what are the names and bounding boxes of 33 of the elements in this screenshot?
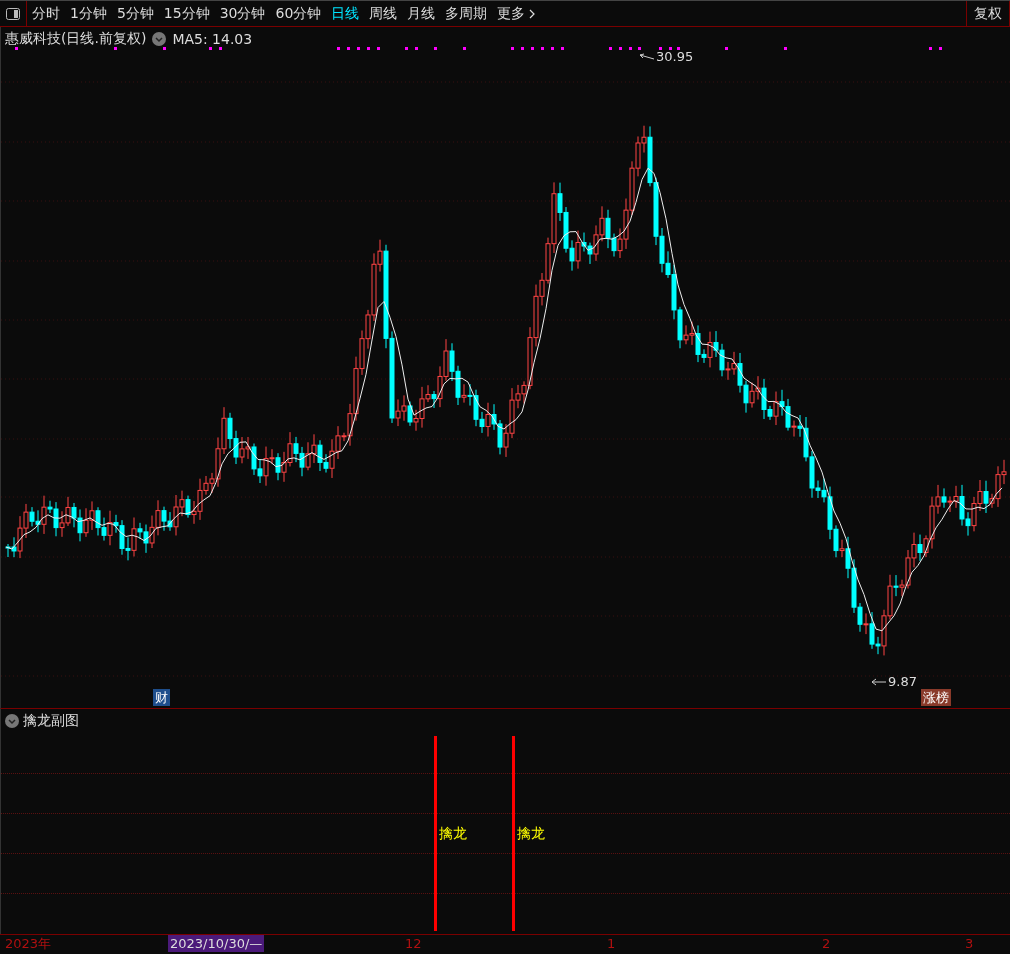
period-tab[interactable]: 30分钟: [214, 4, 271, 23]
period-tab[interactable]: 1分钟: [65, 4, 112, 23]
more-button[interactable]: 更多: [492, 4, 541, 23]
chevron-icon: [529, 8, 536, 19]
date-label: 3: [965, 935, 974, 952]
ma-indicator: MA5: 14.03: [172, 31, 253, 47]
period-tab[interactable]: 分时: [27, 4, 65, 23]
date-label: 12: [405, 935, 422, 952]
period-tab[interactable]: 日线: [326, 4, 365, 23]
adjust-button[interactable]: 复权: [966, 0, 1010, 27]
cursor-date: 2023/10/30/—: [168, 935, 265, 952]
period-tab[interactable]: 多周期: [440, 4, 493, 23]
period-tab[interactable]: 月线: [402, 4, 441, 23]
period-tab[interactable]: 5分钟: [111, 4, 159, 23]
stock-title: 惠威科技(日线.前复权): [5, 30, 147, 48]
date-label: 1: [607, 935, 616, 952]
signal-label: 擒龙: [517, 825, 545, 843]
arrow-icon: [639, 52, 655, 61]
event-marker[interactable]: 涨榜: [921, 689, 951, 706]
sub-chart-title: 擒龙副图: [23, 712, 79, 730]
event-marker[interactable]: 财: [153, 689, 170, 706]
arrow-icon: [871, 677, 887, 686]
period-tab[interactable]: 15分钟: [158, 4, 215, 23]
low-price-label: 9.87: [888, 674, 917, 689]
high-price-label: 30.95: [656, 49, 694, 64]
sidebar-icon: [6, 7, 20, 20]
period-tab[interactable]: 周线: [364, 4, 403, 23]
collapse-icon[interactable]: [5, 714, 19, 728]
period-tab[interactable]: 60分钟: [270, 4, 327, 23]
dropdown-icon[interactable]: [152, 32, 167, 46]
date-label: 2023年: [5, 935, 52, 952]
signal-label: 擒龙: [439, 825, 467, 843]
date-label: 2: [822, 935, 831, 952]
